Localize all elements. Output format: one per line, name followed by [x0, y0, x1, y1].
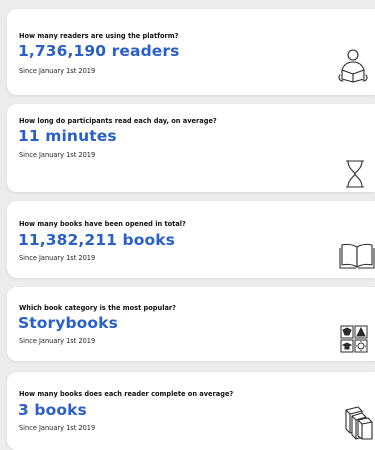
stat-card-reading-time: How long do participants read each day, … [7, 104, 375, 192]
stats-page: How many readers are using the platform?… [0, 0, 375, 450]
stat-question: How long do participants read each day, … [19, 117, 217, 125]
stat-value: Storybooks [18, 314, 118, 332]
hourglass-icon [344, 160, 366, 188]
stat-card-readers: How many readers are using the platform?… [7, 9, 375, 95]
stat-value: 3 books [18, 401, 87, 419]
stacked-books-icon [344, 406, 374, 440]
stat-card-books-opened: How many books have been opened in total… [7, 201, 375, 278]
stat-since: Since January 1st 2019 [19, 151, 96, 159]
stat-question: Which book category is the most popular? [19, 304, 176, 312]
stat-value: 1,736,190 readers [18, 42, 180, 60]
stat-question: How many readers are using the platform? [19, 32, 179, 40]
stat-question: How many books have been opened in total… [19, 220, 186, 228]
book-categories-icon [340, 325, 368, 353]
open-book-icon [339, 242, 375, 270]
stat-since: Since January 1st 2019 [19, 254, 96, 262]
stat-value: 11 minutes [18, 127, 117, 145]
stat-since: Since January 1st 2019 [19, 337, 96, 345]
stat-since: Since January 1st 2019 [19, 424, 96, 432]
person-reading-icon [338, 48, 368, 84]
stat-card-books-completed: How many books does each reader complete… [7, 372, 375, 450]
stat-since: Since January 1st 2019 [19, 67, 96, 75]
stat-question: How many books does each reader complete… [19, 390, 234, 398]
stat-value: 11,382,211 books [18, 231, 175, 249]
stat-card-popular-category: Which book category is the most popular?… [7, 287, 375, 361]
